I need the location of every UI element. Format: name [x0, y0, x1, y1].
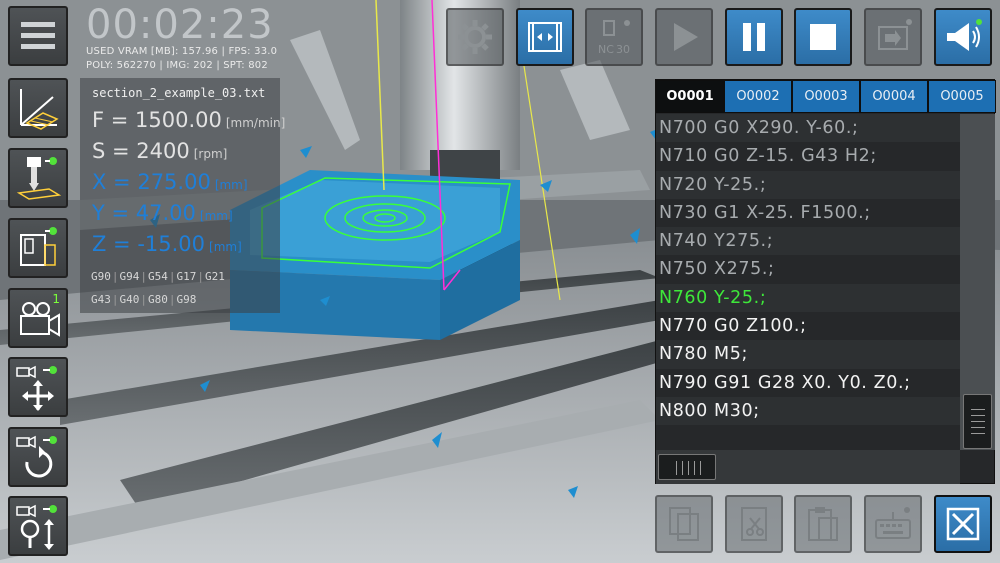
gcode-g54: G54 — [148, 270, 168, 283]
cut-button[interactable] — [725, 495, 783, 553]
elapsed-timer: 00:02:23 — [86, 2, 274, 48]
gcode-g21: G21 — [205, 270, 225, 283]
code-line[interactable]: N750 X275.; — [656, 255, 960, 284]
sound-button[interactable] — [934, 8, 992, 66]
tab-o0002[interactable]: O0002 — [724, 80, 792, 113]
camera-select-button[interactable]: 1 — [8, 288, 68, 348]
x-position-readout: X = 275.00 [mm] — [92, 170, 248, 194]
z-position-unit: [mm] — [209, 240, 242, 254]
paste-icon — [808, 507, 838, 541]
tab-o0001[interactable]: O0001 — [656, 80, 724, 113]
copy-icon — [669, 507, 699, 541]
sound-icon — [947, 19, 982, 51]
horizontal-scroll-thumb[interactable] — [658, 454, 716, 480]
camera-pan-button[interactable] — [8, 357, 68, 417]
toolpath-view-button[interactable] — [8, 78, 68, 138]
program-tabs: O0001 O0002 O0003 O0004 O0005 — [656, 80, 996, 113]
close-icon — [946, 507, 980, 541]
feed-rate-value: F = 1500.00 — [92, 108, 222, 132]
nc-program-panel: O0001 O0002 O0003 O0004 O0005 N700 G0 X2… — [655, 79, 996, 484]
code-line[interactable]: N770 G0 Z100.; — [656, 312, 960, 341]
nc-label: NC — [598, 43, 614, 56]
code-line[interactable]: N710 G0 Z-15. G43 H2; — [656, 142, 960, 171]
export-icon — [878, 19, 912, 50]
menu-icon — [21, 22, 55, 49]
nc-tool-icon: NC 30 — [598, 20, 630, 56]
machine-view-button[interactable] — [8, 218, 68, 278]
keyboard-icon — [875, 507, 911, 539]
camera-rotate-button[interactable] — [8, 427, 68, 487]
code-line[interactable]: N720 Y-25.; — [656, 170, 960, 199]
nc-sub-label: 30 — [616, 43, 630, 56]
spindle-speed-readout: S = 2400 [rpm] — [92, 139, 227, 163]
gcode-g40: G40 — [119, 293, 140, 306]
tab-o0004[interactable]: O0004 — [860, 80, 928, 113]
code-line[interactable]: N790 G91 G28 X0. Y0. Z0.; — [656, 368, 960, 397]
gcode-g17: G17 — [176, 270, 197, 283]
cut-icon — [741, 507, 767, 541]
code-line[interactable]: N700 G0 X290. Y-60.; — [656, 114, 960, 143]
paste-button[interactable] — [794, 495, 852, 553]
z-position-readout: Z = -15.00 [mm] — [92, 232, 242, 256]
spindle-speed-unit: [rpm] — [193, 147, 228, 161]
y-position-readout: Y = 47.00 [mm] — [92, 201, 233, 225]
vertical-scrollbar[interactable] — [960, 114, 995, 450]
z-position-value: Z = -15.00 — [92, 232, 206, 256]
play-icon — [674, 23, 698, 51]
settings-icon — [458, 20, 492, 54]
vram-fps-stats: USED VRAM [MB]: 157.96 | FPS: 33.0 — [86, 46, 278, 57]
tool-setup-button[interactable] — [8, 148, 68, 208]
tab-o0003[interactable]: O0003 — [792, 80, 860, 113]
code-line[interactable]: N780 M5; — [656, 340, 960, 369]
tab-o0005[interactable]: O0005 — [928, 80, 996, 113]
close-panel-button[interactable] — [934, 495, 992, 553]
code-lines[interactable]: N700 G0 X290. Y-60.; N710 G0 Z-15. G43 H2… — [656, 114, 960, 454]
vertical-scroll-thumb[interactable] — [963, 394, 992, 449]
y-position-value: Y = 47.00 — [92, 201, 196, 225]
feed-rate-readout: F = 1500.00 [mm/min] — [92, 108, 285, 132]
gcode-g98: G98 — [176, 293, 197, 306]
modal-gcodes-row-1: G90|G94|G54|G17|G21 — [91, 270, 225, 283]
y-position-unit: [mm] — [199, 209, 233, 223]
pause-icon — [743, 23, 765, 51]
toolpath-graph-icon — [20, 89, 59, 130]
camera-pan-icon — [16, 365, 57, 411]
modal-gcodes-row-2: G43|G40|G80|G98 — [91, 293, 197, 306]
pause-button[interactable] — [725, 8, 783, 66]
export-button[interactable] — [864, 8, 922, 66]
x-position-value: X = 275.00 — [92, 170, 211, 194]
program-filename: section_2_example_03.txt — [92, 86, 266, 100]
feed-rate-unit: [mm/min] — [225, 116, 286, 130]
stop-icon — [810, 24, 836, 50]
x-position-unit: [mm] — [214, 178, 248, 192]
machine-view-icon — [20, 227, 57, 266]
camera-zoom-icon — [16, 504, 57, 550]
split-view-button[interactable] — [516, 8, 574, 66]
menu-button[interactable] — [8, 6, 68, 66]
code-line[interactable]: N730 G1 X-25. F1500.; — [656, 198, 960, 228]
code-line[interactable]: N800 M30; — [656, 396, 960, 426]
gcode-g43: G43 — [91, 293, 111, 306]
camera-rotate-icon — [16, 435, 57, 478]
gcode-g90: G90 — [91, 270, 111, 283]
horizontal-scrollbar[interactable] — [656, 450, 960, 484]
code-line[interactable]: N740 Y275.; — [656, 227, 960, 256]
gcode-g94: G94 — [119, 270, 140, 283]
play-button[interactable] — [655, 8, 713, 66]
tool-setup-icon — [16, 157, 62, 200]
camera-zoom-button[interactable] — [8, 496, 68, 556]
camera-number-badge: 1 — [52, 292, 60, 306]
copy-button[interactable] — [655, 495, 713, 553]
nc-tool-button[interactable]: NC 30 — [585, 8, 643, 66]
spindle-speed-value: S = 2400 — [92, 139, 190, 163]
poly-img-stats: POLY: 562270 | IMG: 202 | SPT: 802 — [86, 60, 268, 71]
settings-button[interactable] — [446, 8, 504, 66]
current-code-line[interactable]: N760 Y-25.; — [656, 283, 960, 313]
gcode-g80: G80 — [148, 293, 168, 306]
stop-button[interactable] — [794, 8, 852, 66]
keyboard-button[interactable] — [864, 495, 922, 553]
split-view-icon — [528, 22, 562, 52]
